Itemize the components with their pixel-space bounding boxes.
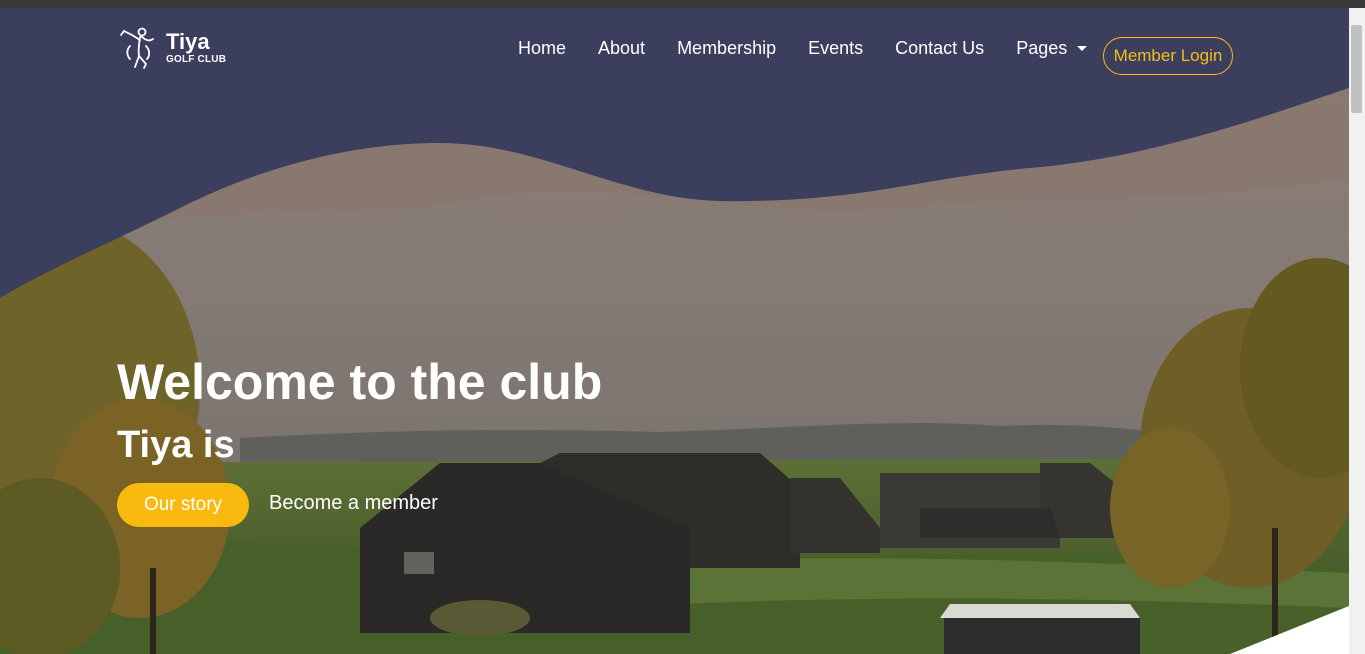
hero-subtitle: Tiya is	[117, 424, 235, 466]
nav-link-home[interactable]: Home	[502, 37, 582, 59]
nav-dropdown-pages-label: Pages	[1016, 38, 1068, 58]
become-member-link[interactable]: Become a member	[269, 490, 438, 516]
main-navbar: Tiya GOLF CLUB Home About Membership Eve…	[0, 8, 1349, 88]
nav-link-membership[interactable]: Membership	[661, 37, 792, 59]
brand-subtitle: GOLF CLUB	[166, 54, 227, 65]
nav-link-about[interactable]: About	[582, 37, 661, 59]
golfer-icon	[120, 27, 154, 69]
hero-background-image	[0, 8, 1349, 654]
hero-section	[0, 8, 1349, 654]
our-story-button[interactable]: Our story	[117, 483, 249, 527]
nav-dropdown-pages[interactable]: Pages	[1000, 37, 1103, 59]
nav-menu: Home About Membership Events Contact Us …	[502, 37, 1103, 59]
page-scrollbar[interactable]	[1349, 8, 1365, 654]
browser-top-strip	[0, 0, 1365, 8]
nav-link-events[interactable]: Events	[792, 37, 879, 59]
hero-title: Welcome to the club	[117, 354, 603, 410]
scrollbar-thumb[interactable]	[1351, 25, 1362, 113]
member-login-button[interactable]: Member Login	[1103, 37, 1233, 75]
caret-down-icon	[1077, 45, 1088, 51]
brand-name: Tiya	[166, 29, 210, 54]
brand-logo-link[interactable]: Tiya GOLF CLUB	[118, 26, 226, 70]
nav-link-contact-us[interactable]: Contact Us	[879, 37, 1000, 59]
